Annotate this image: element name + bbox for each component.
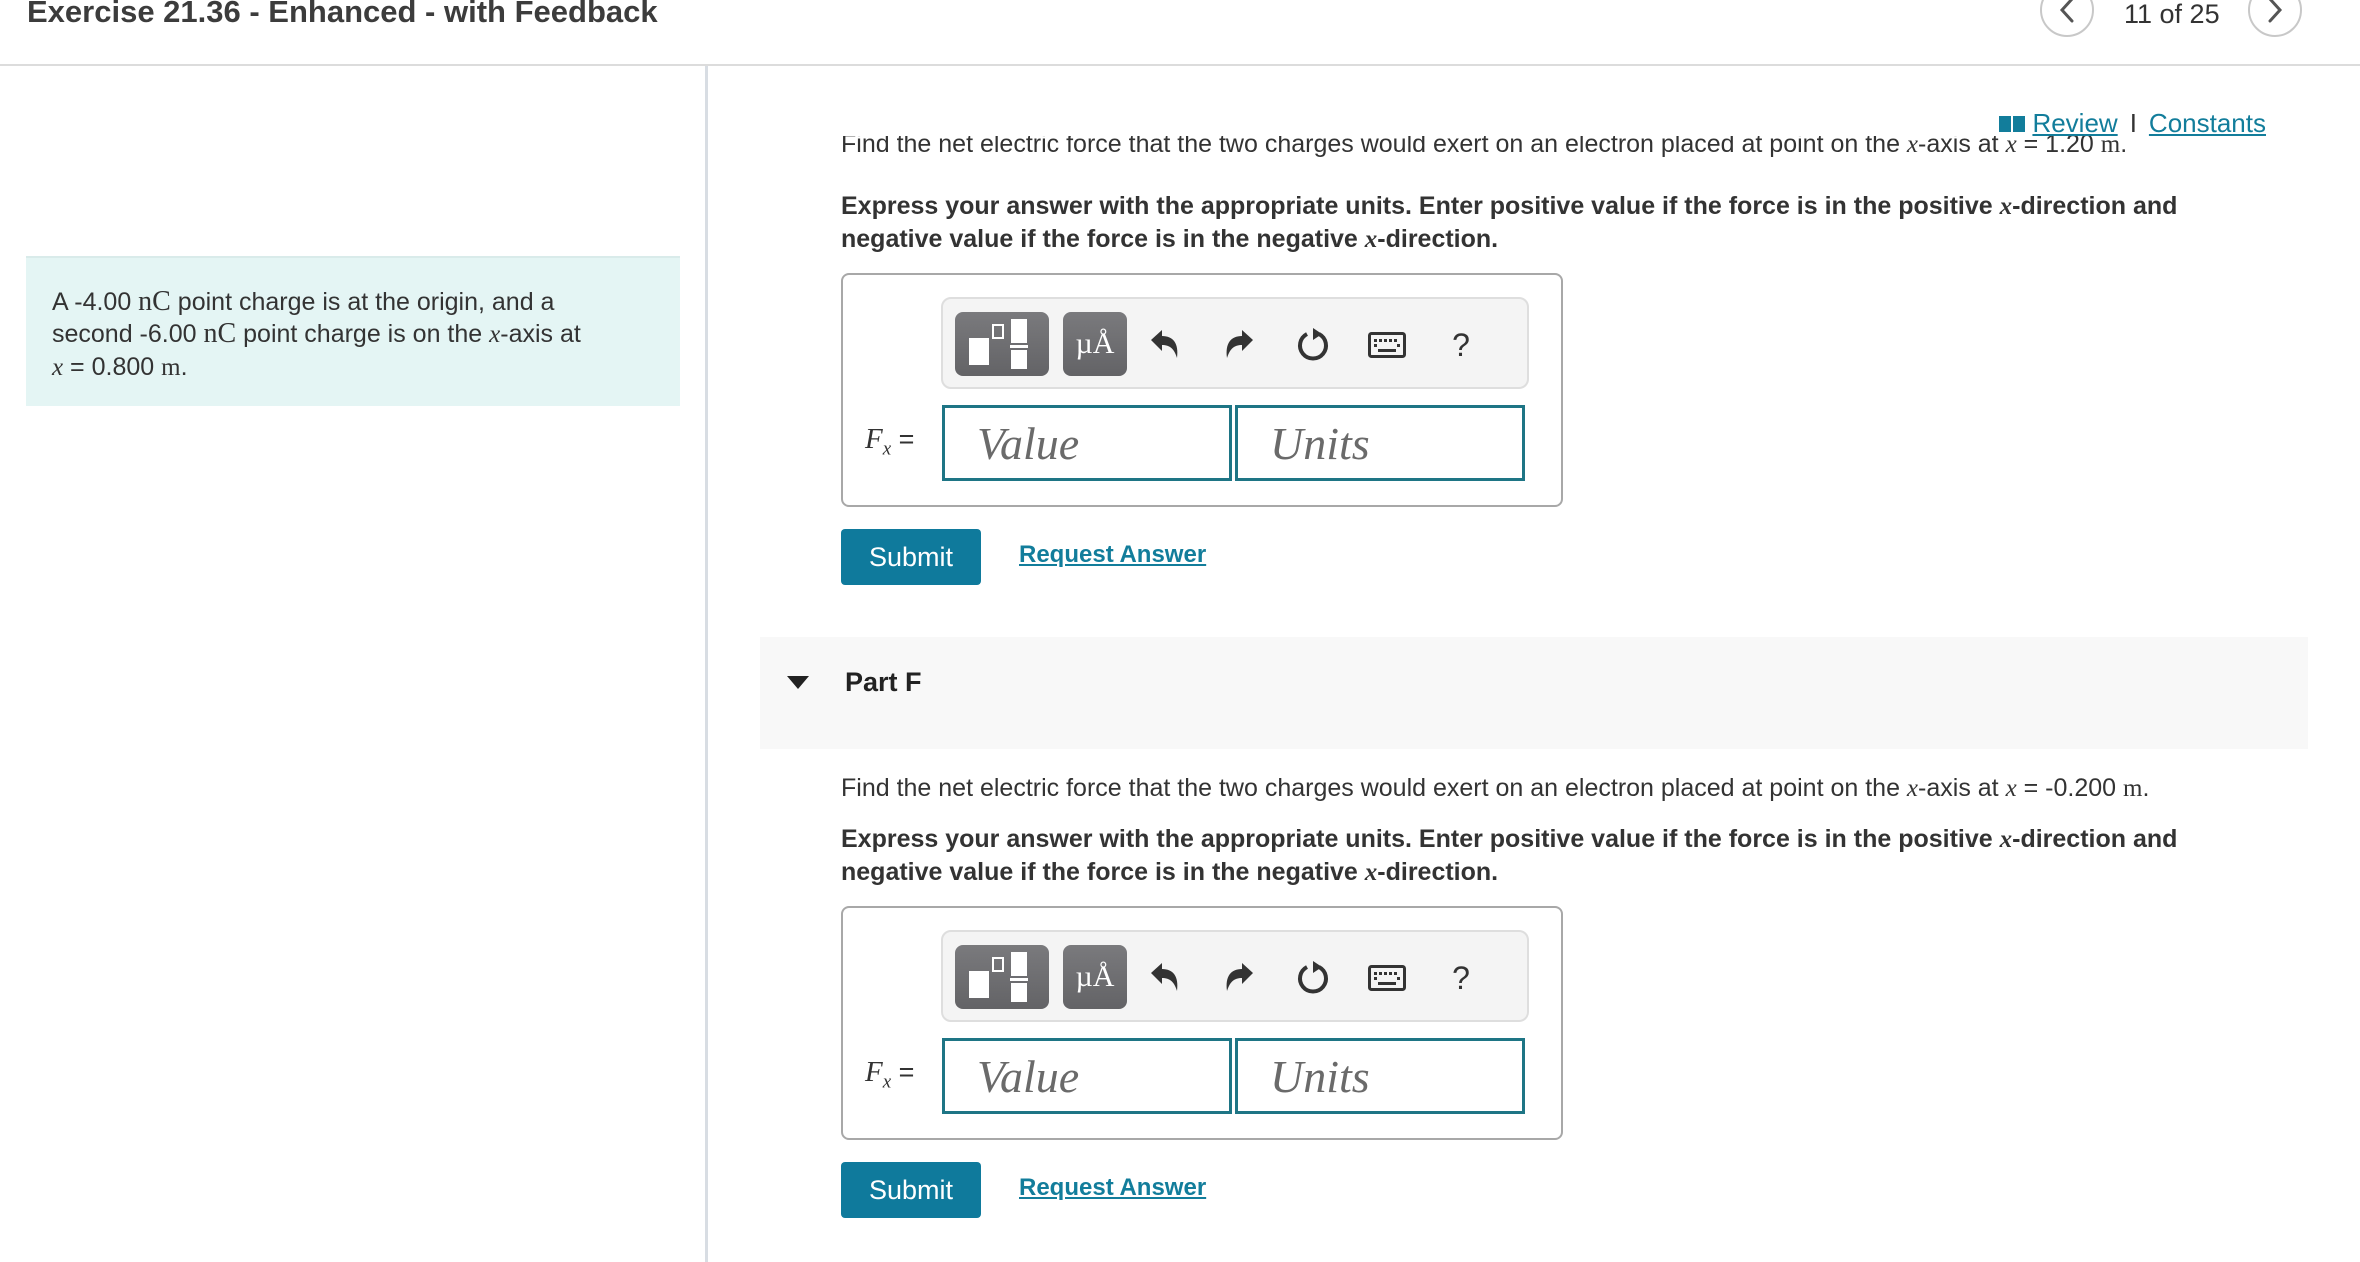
- pager-count: 11 of 25: [2124, 0, 2220, 29]
- math-toolbar: µÅ ?: [941, 930, 1529, 1022]
- units-button[interactable]: µÅ: [1063, 312, 1127, 376]
- math-var-x: x: [1364, 859, 1378, 886]
- math-var-x: x: [1906, 136, 1919, 158]
- context-line-2: second -6.00 nC point charge is on the x…: [52, 318, 581, 349]
- keyboard-icon: [1368, 332, 1406, 358]
- part-f-instructions: Express your answer with the appropriate…: [841, 825, 2178, 886]
- part-e-prompt: Find the net electric force that the two…: [841, 136, 2127, 160]
- context-line-3: x = 0.800 m.: [52, 353, 188, 381]
- submit-button[interactable]: Submit: [841, 1162, 981, 1218]
- keyboard-button[interactable]: [1365, 323, 1409, 367]
- previous-button[interactable]: [2040, 0, 2094, 37]
- constants-link[interactable]: Constants: [2149, 108, 2266, 139]
- pane-divider[interactable]: [705, 66, 708, 1262]
- part-f-title: Part F: [845, 667, 922, 697]
- help-button[interactable]: ?: [1439, 323, 1483, 367]
- reset-icon: [1298, 328, 1328, 361]
- redo-button[interactable]: [1217, 956, 1261, 1000]
- header: Exercise 21.36 - Enhanced - with Feedbac…: [0, 0, 2360, 66]
- templates-button[interactable]: [955, 945, 1049, 1009]
- unit-m: m: [2100, 136, 2121, 158]
- keyboard-button[interactable]: [1365, 956, 1409, 1000]
- review-link[interactable]: Review: [2032, 108, 2117, 139]
- templates-button[interactable]: [955, 312, 1049, 376]
- link-separator: I: [2129, 108, 2137, 138]
- redo-icon: [1226, 330, 1253, 358]
- math-var-x: x: [2005, 775, 2017, 802]
- math-var-x: x: [52, 354, 64, 381]
- unit-nC: nC: [138, 286, 171, 317]
- units-input[interactable]: [1235, 1038, 1525, 1114]
- math-var-x: x: [2005, 136, 2017, 158]
- value-input[interactable]: [942, 1038, 1232, 1114]
- math-var-x: x: [489, 321, 501, 348]
- math-var-x: x: [1999, 193, 2013, 220]
- math-var-x: x: [1364, 226, 1378, 253]
- next-button[interactable]: [2247, 0, 2302, 37]
- part-f-header[interactable]: Part F: [760, 637, 2308, 749]
- templates-icon: [969, 319, 1028, 369]
- undo-icon: [1151, 963, 1178, 991]
- part-f-prompt: Find the net electric force that the two…: [841, 774, 2150, 802]
- resource-links: Review I Constants: [1998, 108, 2266, 139]
- request-answer-link[interactable]: Request Answer: [1019, 1174, 1206, 1202]
- value-input[interactable]: [942, 405, 1232, 481]
- unit-m: m: [2123, 775, 2143, 802]
- caret-down-icon: [787, 676, 809, 689]
- help-button[interactable]: ?: [1439, 956, 1483, 1000]
- part-e-instructions: Express your answer with the appropriate…: [841, 192, 2178, 253]
- math-toolbar: µÅ ?: [941, 297, 1529, 389]
- keyboard-icon: [1368, 965, 1406, 991]
- part-e-answer-box: µÅ ? Fx =: [841, 273, 1563, 507]
- undo-button[interactable]: [1143, 323, 1187, 367]
- fx-label: Fx =: [865, 423, 915, 460]
- templates-icon: [969, 952, 1028, 1002]
- page-title: Exercise 21.36 - Enhanced - with Feedbac…: [27, 0, 658, 29]
- reset-button[interactable]: [1291, 323, 1335, 367]
- part-f-answer-box: µÅ ? Fx =: [841, 906, 1563, 1140]
- undo-icon: [1151, 330, 1178, 358]
- pager: 11 of 25: [2040, 0, 2302, 37]
- submit-button[interactable]: Submit: [841, 529, 981, 585]
- context-line-1: A -4.00 nC point charge is at the origin…: [52, 286, 555, 317]
- unit-m: m: [161, 354, 181, 381]
- math-var-x: x: [1999, 826, 2013, 853]
- units-button[interactable]: µÅ: [1063, 945, 1127, 1009]
- unit-nC: nC: [203, 318, 237, 349]
- units-input[interactable]: [1235, 405, 1525, 481]
- reset-icon: [1298, 961, 1328, 994]
- redo-button[interactable]: [1217, 323, 1261, 367]
- problem-context: A -4.00 nC point charge is at the origin…: [26, 256, 680, 406]
- fx-label: Fx =: [865, 1056, 915, 1093]
- reset-button[interactable]: [1291, 956, 1335, 1000]
- undo-button[interactable]: [1143, 956, 1187, 1000]
- chevron-left-icon: [2059, 0, 2074, 23]
- redo-icon: [1226, 963, 1253, 991]
- math-var-x: x: [1906, 775, 1919, 802]
- chevron-right-icon: [2268, 0, 2282, 23]
- request-answer-link[interactable]: Request Answer: [1019, 541, 1206, 569]
- book-icon: [1999, 115, 2026, 132]
